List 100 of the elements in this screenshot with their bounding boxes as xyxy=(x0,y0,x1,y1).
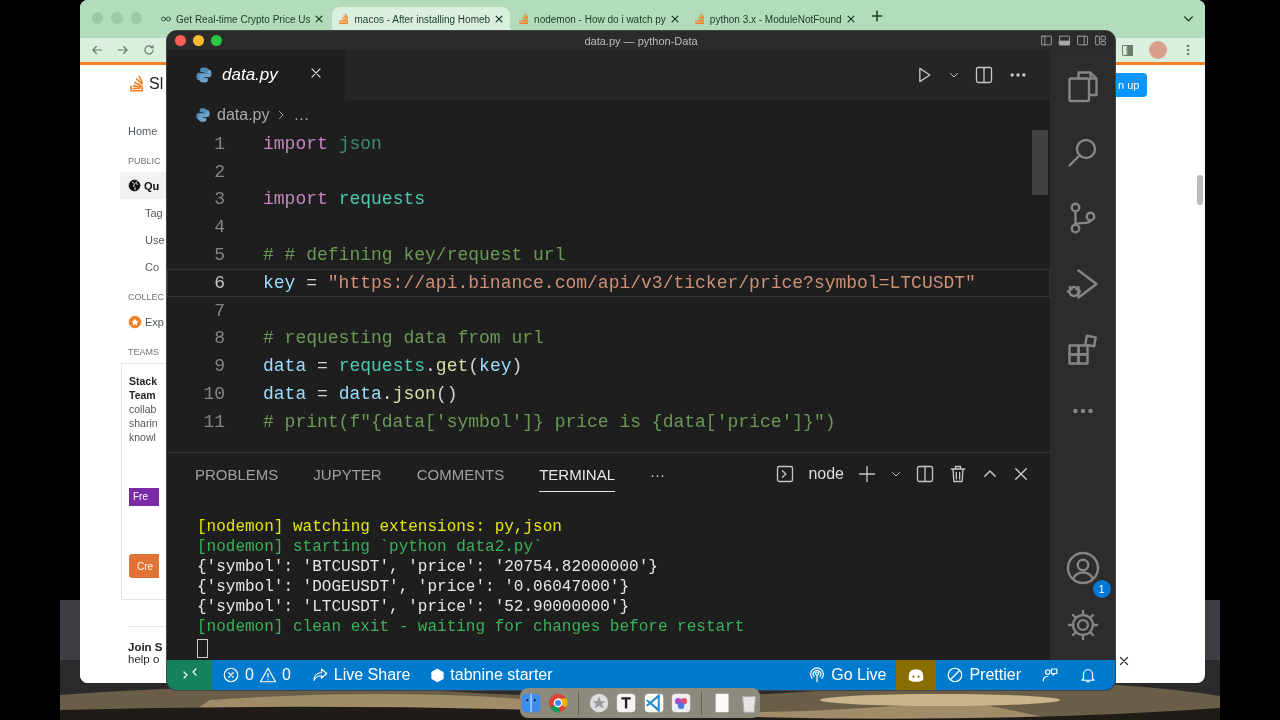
close-icon[interactable] xyxy=(314,14,325,24)
stack-logo-icon xyxy=(128,75,146,93)
terminal-line: {'symbol': 'DOGEUSDT', 'price': '0.06047000'} xyxy=(197,577,631,597)
close-icon[interactable] xyxy=(845,14,856,24)
sidebar-item[interactable]: Qu xyxy=(120,172,167,199)
line-number: 6 xyxy=(213,272,226,293)
close-window-button[interactable] xyxy=(175,35,186,46)
line-number: 3 xyxy=(213,189,226,210)
prohibited-icon xyxy=(946,666,965,684)
code-line: key = "https://api.binance.com/api/v3/ticker/price?symbol=LTCUSDT" xyxy=(263,272,976,293)
split-icon[interactable] xyxy=(915,464,935,484)
line-number: 7 xyxy=(213,300,226,321)
scrollbar[interactable] xyxy=(1032,130,1048,195)
share-icon xyxy=(310,666,329,684)
card-title: Stack xyxy=(129,374,159,388)
code-line: import requests xyxy=(263,189,426,210)
close-icon[interactable] xyxy=(1012,465,1030,483)
line-number: 4 xyxy=(213,217,226,238)
photos-icon[interactable] xyxy=(669,691,692,715)
browser-tab[interactable]: Get Real-time Crypto Price Us xyxy=(154,7,331,31)
site-icon xyxy=(160,13,172,25)
live-share-button[interactable]: Live Share xyxy=(333,666,411,684)
terminal-icon[interactable] xyxy=(775,464,796,484)
free-tag: Fre xyxy=(129,488,159,506)
python-icon xyxy=(195,107,211,123)
code-line: # # defining key/request url xyxy=(263,245,566,266)
panel-tab[interactable]: TERMINAL xyxy=(539,456,616,492)
stack-logo-icon xyxy=(518,13,531,25)
sidebar-icon[interactable] xyxy=(1120,42,1135,58)
breadcrumb-item[interactable]: data.py xyxy=(217,106,270,124)
sidebar-item[interactable]: Home xyxy=(128,117,167,144)
terminal-line: [nodemon] clean exit - waiting for changes before restart xyxy=(197,617,746,637)
panel-tab[interactable]: JUPYTER xyxy=(313,456,382,492)
line-number: 2 xyxy=(213,161,226,182)
sidebar-heading: COLLEC xyxy=(128,291,165,304)
code-line: data = data.json() xyxy=(263,384,458,405)
reload-icon[interactable] xyxy=(142,43,156,57)
tabnine-status[interactable]: tabnine starter xyxy=(450,666,553,684)
code-line: # requesting data from url xyxy=(263,328,544,349)
error-count[interactable]: 0 xyxy=(245,666,254,684)
minimize-button[interactable] xyxy=(193,35,204,46)
sidebar-right-icon[interactable] xyxy=(1076,34,1089,47)
more-tabs-button[interactable]: ··· xyxy=(650,465,666,483)
prettier-button[interactable]: Prettier xyxy=(969,666,1021,684)
line-number: 1 xyxy=(213,133,226,154)
panel-icon[interactable] xyxy=(1058,34,1071,47)
sidebar-left-icon[interactable] xyxy=(1040,34,1053,47)
layout-icon[interactable] xyxy=(1094,34,1107,47)
error-icon xyxy=(222,666,240,684)
sidebar-item[interactable]: Tag xyxy=(128,199,167,226)
terminal-name[interactable]: node xyxy=(808,465,844,483)
trash-icon[interactable] xyxy=(948,464,968,484)
panel-tab[interactable]: PROBLEMS xyxy=(195,456,279,492)
run-debug-icon[interactable] xyxy=(1064,266,1101,302)
terminal-line: [nodemon] starting `python data2.py` xyxy=(197,537,544,557)
warning-icon xyxy=(258,666,277,684)
notification-badge: 1 xyxy=(1092,580,1111,598)
stack-logo-icon xyxy=(693,13,706,25)
feedback-icon[interactable] xyxy=(1041,666,1059,684)
scrollbar[interactable] xyxy=(1197,175,1203,205)
back-icon[interactable] xyxy=(90,43,104,57)
line-number: 11 xyxy=(202,411,226,432)
add-icon[interactable] xyxy=(857,464,877,484)
terminal-line: [nodemon] watching extensions: py,json xyxy=(197,517,563,537)
terminal-line: {'symbol': 'BTCUSDT', 'price': '20754.82000000'} xyxy=(197,557,659,577)
card-text: collab xyxy=(129,402,158,416)
close-icon[interactable] xyxy=(308,66,323,80)
star-badge-icon xyxy=(128,314,142,329)
close-icon[interactable] xyxy=(1118,655,1130,667)
close-icon[interactable] xyxy=(669,14,680,24)
card-title: Team xyxy=(129,388,157,402)
close-icon[interactable] xyxy=(494,14,505,24)
bell-icon[interactable] xyxy=(1079,666,1097,684)
card-text: sharin xyxy=(129,416,159,430)
panel-tab[interactable]: COMMENTS xyxy=(416,456,505,492)
stack-logo-icon xyxy=(338,13,351,25)
sidebar-item[interactable]: Co xyxy=(128,253,167,280)
banner-text: help o xyxy=(128,653,160,665)
code-editor-icon[interactable] xyxy=(642,691,665,715)
warning-count[interactable]: 0 xyxy=(281,666,291,684)
settings-icon[interactable] xyxy=(1065,608,1100,642)
hexagon-icon xyxy=(430,667,446,683)
sidebar-heading: TEAMS xyxy=(128,346,160,359)
browser-tab[interactable]: macos - After installing Homeb xyxy=(332,7,511,31)
split-editor-icon[interactable] xyxy=(974,65,994,85)
globe-icon xyxy=(128,179,141,192)
breadcrumb-item[interactable]: … xyxy=(293,106,310,124)
sidebar-item[interactable]: Use xyxy=(128,226,167,253)
maximize-button[interactable] xyxy=(211,35,222,46)
terminal-line: {'symbol': 'LTCUSDT', 'price': '52.90000000'} xyxy=(197,597,631,617)
account-icon[interactable] xyxy=(1064,550,1101,586)
text-editor-icon[interactable] xyxy=(615,691,638,715)
new-tab-icon[interactable] xyxy=(869,9,884,23)
banner-title: Join S xyxy=(128,641,164,653)
forward-icon[interactable] xyxy=(116,43,130,57)
sidebar-heading: PUBLIC xyxy=(128,155,162,168)
line-number: 5 xyxy=(213,245,226,266)
editor-tab[interactable]: data.py xyxy=(167,50,345,100)
line-number: 10 xyxy=(202,384,226,405)
go-live-button[interactable]: Go Live xyxy=(831,666,887,684)
